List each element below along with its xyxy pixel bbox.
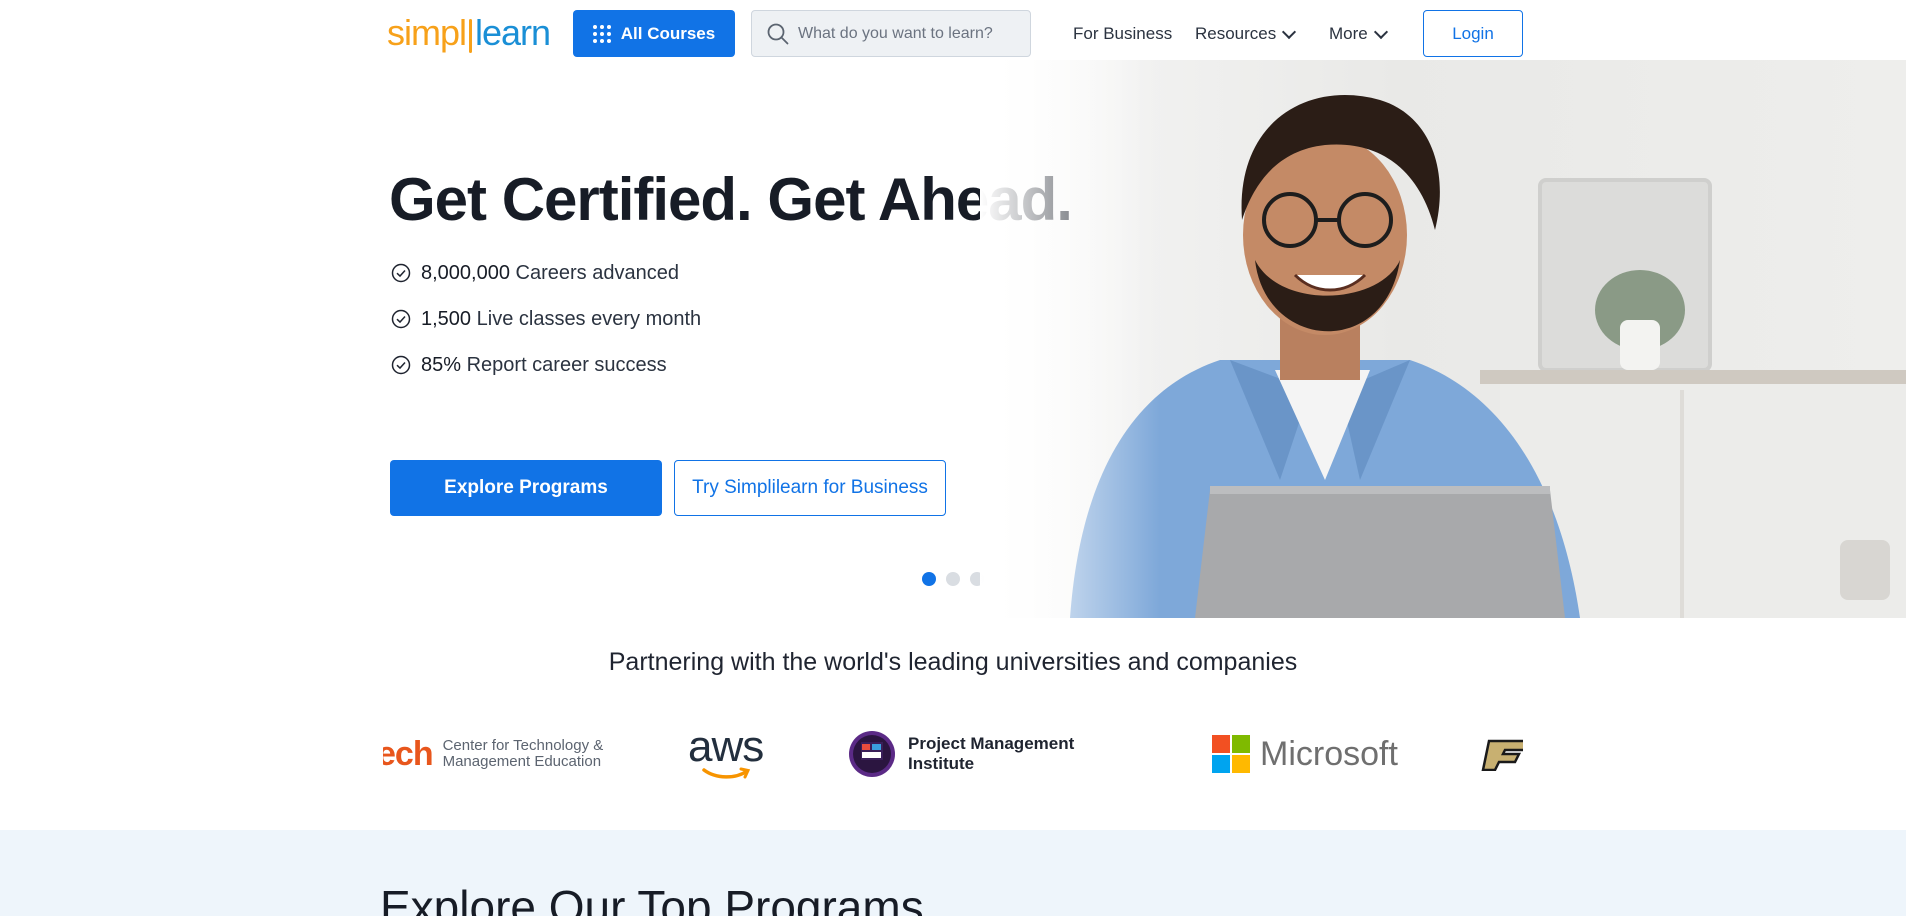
- partner-logo-pmi: Project Management Institute: [848, 712, 1074, 796]
- logo-text-learn: learn: [475, 12, 551, 53]
- nav-for-business-label: For Business: [1073, 24, 1173, 43]
- partner-logo-ict: ech Center for Technology & Management Ed…: [383, 712, 603, 796]
- partners-carousel: ech Center for Technology & Management Ed…: [383, 712, 1523, 796]
- stat-value: 8,000,000: [421, 261, 510, 284]
- partners-title: Partnering with the world's leading univ…: [608, 648, 1298, 676]
- carousel-dot[interactable]: [946, 572, 960, 586]
- nav-more-label: More: [1329, 24, 1368, 43]
- nav-resources-label: Resources: [1195, 24, 1277, 43]
- section-title: Explore Our Top Programs: [380, 881, 924, 916]
- check-circle-icon: [391, 355, 411, 375]
- partner-logo-microsoft: Microsoft: [1212, 712, 1398, 796]
- pmi-badge-icon: [849, 731, 895, 777]
- top-programs-section: Explore Our Top Programs: [0, 830, 1906, 916]
- all-courses-label: All Courses: [620, 23, 716, 43]
- simplilearn-logo[interactable]: simpl learn: [387, 12, 551, 54]
- stat-value: 1,500: [421, 307, 472, 330]
- nav-for-business[interactable]: For Business: [1073, 24, 1172, 44]
- stat-label: Report career success: [466, 353, 667, 376]
- page: simpllearn All Courses For Business Reso…: [0, 0, 1906, 916]
- stat-label: Careers advanced: [515, 261, 679, 284]
- hero-image: [980, 60, 1906, 618]
- search-box[interactable]: [751, 10, 1031, 57]
- pmi-line-2: Institute: [908, 754, 975, 773]
- purdue-logo-icon: [1481, 739, 1523, 771]
- chevron-down-icon: [1373, 24, 1388, 39]
- microsoft-logo-text: Microsoft: [1260, 734, 1398, 773]
- stat-item: 1,500 Live classes every month: [391, 296, 701, 342]
- site-header: simpllearn All Courses For Business Reso…: [0, 0, 1906, 68]
- carousel-dot[interactable]: [922, 572, 936, 586]
- stat-label: Live classes every month: [476, 307, 702, 330]
- partner-logo-purdue: [1481, 712, 1523, 796]
- stat-value: 85%: [421, 353, 462, 376]
- ict-logo-text: ech: [383, 734, 434, 773]
- ict-line-1: Center for Technology &: [442, 737, 604, 754]
- microsoft-logo-icon: [1212, 735, 1250, 773]
- hero-headline: Get Certified. Get Ahead.: [389, 166, 1073, 233]
- chevron-down-icon: [1282, 24, 1297, 39]
- check-circle-icon: [391, 309, 411, 329]
- ict-line-2: Management Education: [442, 753, 602, 770]
- pmi-line-1: Project Management: [908, 734, 1075, 753]
- nav-more[interactable]: More: [1329, 24, 1388, 44]
- carousel-dots: [922, 572, 984, 586]
- all-courses-button[interactable]: All Courses: [573, 10, 735, 57]
- explore-programs-button[interactable]: Explore Programs: [390, 460, 662, 516]
- partner-logo-aws: aws: [688, 712, 764, 796]
- logo-bar: [469, 19, 473, 53]
- aws-smile-icon: [701, 767, 750, 779]
- login-button[interactable]: Login: [1423, 10, 1523, 57]
- logo-text-simpl: simpl: [387, 12, 467, 53]
- check-circle-icon: [391, 263, 411, 283]
- stat-item: 8,000,000 Careers advanced: [391, 250, 701, 296]
- nav-resources[interactable]: Resources: [1195, 24, 1297, 44]
- try-business-button[interactable]: Try Simplilearn for Business: [674, 460, 946, 516]
- stat-item: 85% Report career success: [391, 342, 701, 388]
- hero-stats: 8,000,000 Careers advanced 1,500 Live cl…: [391, 250, 701, 388]
- search-input[interactable]: [798, 24, 1018, 43]
- search-icon[interactable]: [758, 10, 798, 57]
- aws-logo-text: aws: [688, 722, 764, 771]
- grid-icon: [592, 24, 611, 43]
